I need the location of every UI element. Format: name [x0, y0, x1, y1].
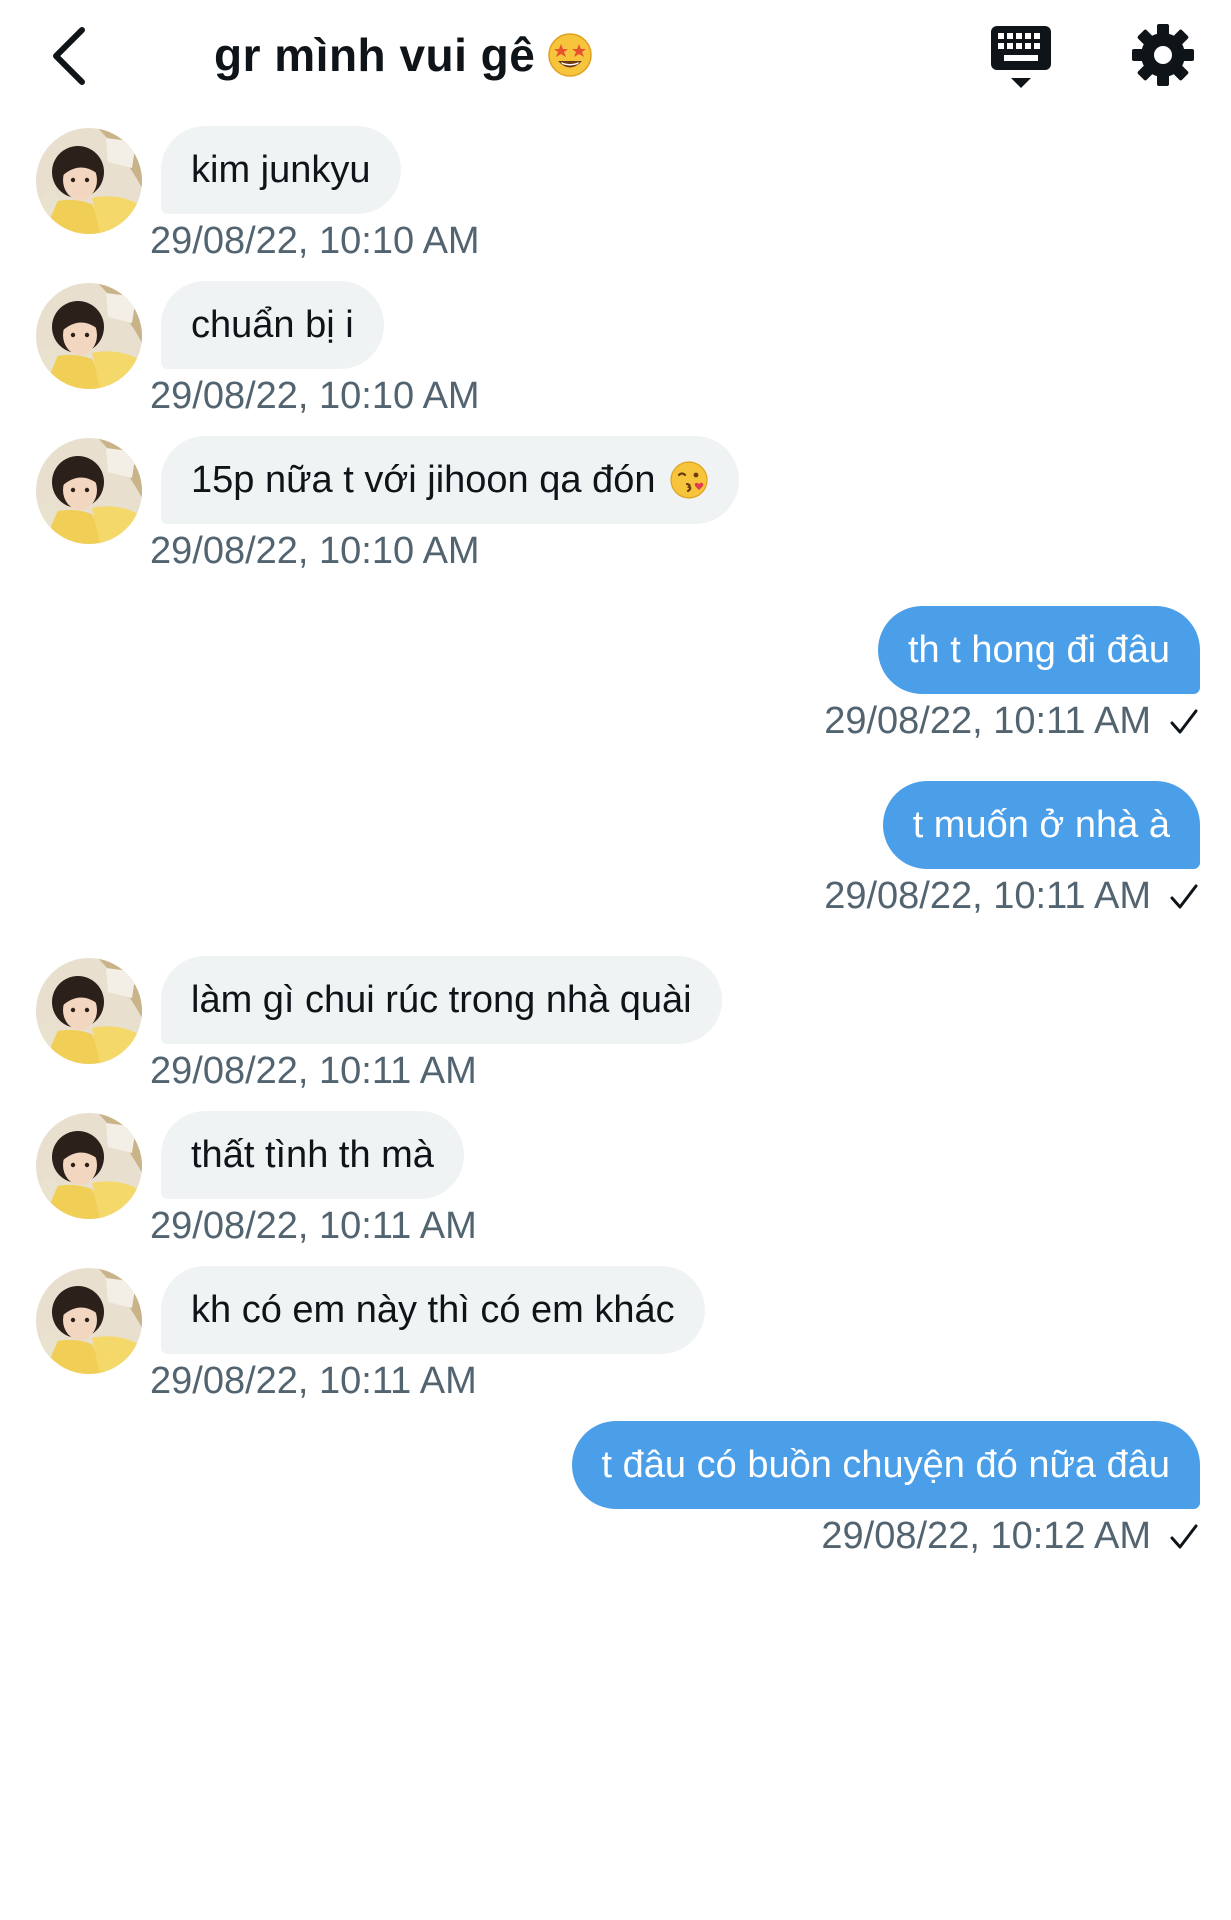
- sender-avatar[interactable]: [36, 283, 142, 389]
- message-timestamp: 29/08/22, 10:10 AM: [150, 375, 480, 418]
- timestamp-text: 29/08/22, 10:11 AM: [150, 1050, 477, 1092]
- message-text: t đâu có buồn chuyện đó nữa đâu: [601, 1444, 1170, 1486]
- message-text: thất tình th mà: [191, 1134, 434, 1176]
- timestamp-text: 29/08/22, 10:10 AM: [150, 530, 480, 572]
- message-text: chuẩn bị i: [191, 304, 354, 346]
- message-timestamp: 29/08/22, 10:10 AM: [150, 530, 480, 573]
- star-struck-emoji-icon: [548, 33, 593, 77]
- dm-conversation-screen: gr mình vui gê kim junkyu 29/08/22, 10:1…: [0, 0, 1231, 1920]
- message-timestamp: 29/08/22, 10:12 AM: [821, 1515, 1199, 1558]
- message-text: t muốn ở nhà à: [912, 804, 1170, 846]
- timestamp-text: 29/08/22, 10:12 AM: [821, 1515, 1151, 1557]
- back-button[interactable]: [40, 20, 96, 92]
- message-timestamp: 29/08/22, 10:11 AM: [150, 1205, 477, 1248]
- gear-icon: [1132, 24, 1194, 86]
- timestamp-text: 29/08/22, 10:11 AM: [824, 700, 1151, 742]
- message-timestamp: 29/08/22, 10:11 AM: [824, 700, 1199, 743]
- conversation-settings-button[interactable]: [1130, 22, 1196, 88]
- message-timestamp: 29/08/22, 10:11 AM: [150, 1050, 477, 1093]
- message-bubble[interactable]: chuẩn bị i: [161, 281, 384, 369]
- message-text: kim junkyu: [191, 149, 371, 191]
- timestamp-text: 29/08/22, 10:10 AM: [150, 375, 480, 417]
- message-bubble[interactable]: 15p nữa t với jihoon qa đón: [161, 436, 740, 524]
- conversation-title-text: gr mình vui gê: [214, 29, 536, 81]
- message-bubble[interactable]: t đâu có buồn chuyện đó nữa đâu: [571, 1421, 1200, 1509]
- sent-check-icon: [1170, 1524, 1198, 1548]
- message-timestamp: 29/08/22, 10:11 AM: [150, 1360, 477, 1403]
- sender-avatar[interactable]: [36, 128, 142, 234]
- message-text: kh có em này thì có em khác: [191, 1289, 675, 1331]
- message-bubble[interactable]: kh có em này thì có em khác: [161, 1266, 705, 1354]
- timestamp-text: 29/08/22, 10:10 AM: [150, 220, 480, 262]
- message-bubble[interactable]: làm gì chui rúc trong nhà quài: [161, 956, 722, 1044]
- message-bubble[interactable]: thất tình th mà: [161, 1111, 464, 1199]
- message-bubble[interactable]: kim junkyu: [161, 126, 401, 214]
- sender-avatar[interactable]: [36, 438, 142, 544]
- sent-check-icon: [1170, 884, 1198, 908]
- timestamp-text: 29/08/22, 10:11 AM: [150, 1360, 477, 1402]
- sender-avatar[interactable]: [36, 958, 142, 1064]
- message-text: làm gì chui rúc trong nhà quài: [191, 979, 692, 1021]
- keyboard-shortcuts-button[interactable]: [988, 22, 1054, 92]
- message-bubble[interactable]: t muốn ở nhà à: [882, 781, 1200, 869]
- chevron-left-icon: [53, 27, 85, 85]
- timestamp-text: 29/08/22, 10:11 AM: [824, 875, 1151, 917]
- message-text: th t hong đi đâu: [908, 629, 1170, 671]
- message-timestamp: 29/08/22, 10:11 AM: [824, 875, 1199, 918]
- conversation-header: gr mình vui gê: [0, 0, 1231, 120]
- sender-avatar[interactable]: [36, 1113, 142, 1219]
- kissing-face-emoji-icon: [670, 461, 709, 499]
- keyboard-icon: [991, 26, 1051, 88]
- conversation-title[interactable]: gr mình vui gê: [214, 28, 593, 82]
- message-timestamp: 29/08/22, 10:10 AM: [150, 220, 480, 263]
- sender-avatar[interactable]: [36, 1268, 142, 1374]
- timestamp-text: 29/08/22, 10:11 AM: [150, 1205, 477, 1247]
- sent-check-icon: [1170, 709, 1198, 733]
- message-text: 15p nữa t với jihoon qa đón: [191, 459, 656, 501]
- message-bubble[interactable]: th t hong đi đâu: [878, 606, 1200, 694]
